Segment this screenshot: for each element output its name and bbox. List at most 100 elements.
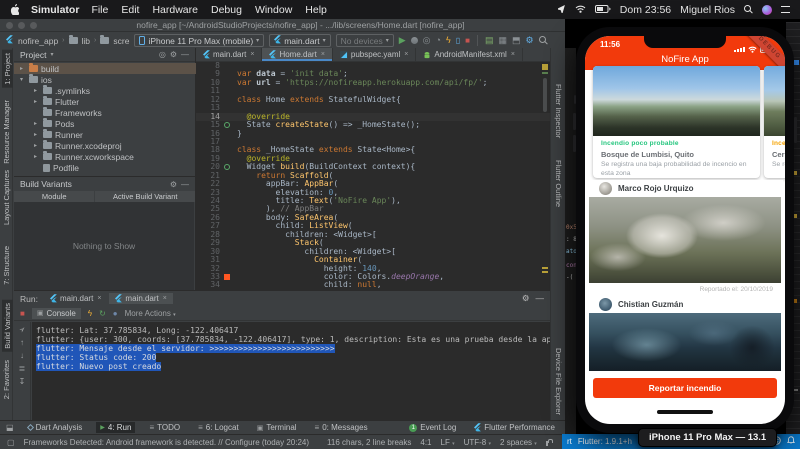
- profile-icon[interactable]: ◔: [436, 36, 441, 45]
- tree-item-runner-xcodeproj[interactable]: ▸ Runner.xcodeproj: [14, 140, 196, 151]
- run-tab-main-dart[interactable]: main.dart ×: [109, 293, 173, 304]
- tool-window-button-4-run[interactable]: ▶ 4: Run: [96, 422, 136, 433]
- open-observatory-icon[interactable]: ●: [113, 309, 118, 318]
- tab-home-dart[interactable]: Home.dart ×: [262, 48, 333, 61]
- tool-stripe-1-project[interactable]: 1: Project: [2, 50, 13, 88]
- report-fire-button[interactable]: Reportar incendio: [593, 378, 777, 398]
- run-config-dropdown[interactable]: main.dart ▾: [269, 34, 331, 47]
- sync-project-icon[interactable]: ⚙: [526, 36, 534, 45]
- target-device-dropdown[interactable]: No devices ▾: [335, 34, 394, 47]
- prev-occurrence-icon[interactable]: ↑: [20, 338, 24, 347]
- tool-stripe-device-file-explorer[interactable]: Device File Explorer: [554, 348, 563, 415]
- scrollbar-thumb[interactable]: [543, 78, 547, 112]
- console-output[interactable]: flutter: Lat: 37.785834, Long: -122.4064…: [32, 322, 550, 420]
- breadcrumb-item[interactable]: nofire_app: [18, 36, 58, 46]
- tree-item-build[interactable]: ▸ build: [14, 63, 196, 74]
- notification-center-icon[interactable]: [781, 6, 790, 13]
- tool-stripe-flutter-outline[interactable]: Flutter Outline: [554, 160, 563, 207]
- tree-item-frameworks[interactable]: Frameworks: [14, 107, 196, 118]
- layout-inspector-icon[interactable]: ▦: [498, 36, 507, 45]
- breadcrumb-item[interactable]: scre: [113, 36, 129, 46]
- console-log-line[interactable]: flutter: Lat: 37.785834, Long: -122.4064…: [36, 326, 550, 335]
- hide-panel-icon[interactable]: —: [536, 293, 545, 304]
- device-selector-dropdown[interactable]: iPhone 11 Pro Max (mobile) ▾: [134, 34, 265, 47]
- console-log-line[interactable]: flutter: Status code: 200: [36, 353, 550, 362]
- console-log-line[interactable]: flutter: Mensaje desde el servidor: >>>>…: [36, 344, 550, 353]
- menu-app-name[interactable]: Simulator: [31, 4, 79, 16]
- tool-window-button-todo[interactable]: ≡ TODO: [145, 422, 184, 433]
- menu-item-debug[interactable]: Debug: [211, 4, 242, 16]
- code-line[interactable]: 15 State createState() => _HomeState();: [196, 120, 550, 129]
- apple-menu-icon[interactable]: [10, 4, 19, 15]
- tree-item--symlinks[interactable]: ▸ .symlinks: [14, 85, 196, 96]
- breadcrumb-item[interactable]: lib: [82, 36, 91, 46]
- menu-item-hardware[interactable]: Hardware: [152, 4, 198, 16]
- tree-item-pods[interactable]: ▸ Pods: [14, 118, 196, 129]
- stop-process-button[interactable]: ■: [20, 309, 25, 318]
- minimize-window-button[interactable]: [18, 21, 25, 29]
- window-toggle-icon[interactable]: ▢: [7, 438, 15, 447]
- more-actions-dropdown[interactable]: More Actions ▾: [125, 309, 176, 318]
- forecast-card[interactable]: Incen Cerr Se re: [764, 66, 785, 178]
- expand-arrow-icon[interactable]: ▾: [20, 76, 26, 83]
- code-editor[interactable]: 8 9 var data = 'init data'; 10 var url = 'ht…: [196, 62, 550, 290]
- tool-window-button-event-log[interactable]: 1 Event Log: [405, 422, 460, 433]
- gear-icon[interactable]: ⚙: [170, 50, 177, 59]
- menu-item-help[interactable]: Help: [305, 4, 327, 16]
- menu-user[interactable]: Miguel Rios: [680, 4, 735, 16]
- tool-stripe-flutter-inspector[interactable]: Flutter Inspector: [554, 84, 563, 138]
- tool-stripe-layout-captures[interactable]: Layout Captures: [2, 170, 11, 225]
- close-tab-icon[interactable]: ×: [250, 51, 254, 58]
- forecast-card[interactable]: Incendio poco probable Bosque de Lumbisi,…: [593, 66, 760, 178]
- expand-arrow-icon[interactable]: ▸: [34, 131, 40, 138]
- console-log-line[interactable]: flutter: {user: 300, coords: [37.785834,…: [36, 335, 550, 344]
- run-button[interactable]: ▶: [399, 36, 406, 45]
- report-card[interactable]: Chistian Guzmán: [587, 296, 783, 371]
- report-photo[interactable]: [589, 197, 781, 283]
- tool-stripe-resource-manager[interactable]: Resource Manager: [2, 100, 11, 164]
- hot-reload-icon[interactable]: ϟ: [88, 309, 92, 318]
- hide-panel-icon[interactable]: —: [181, 50, 189, 59]
- tool-window-button-6-logcat[interactable]: ≡ 6: Logcat: [194, 422, 243, 433]
- code-line[interactable]: 16}: [196, 129, 550, 138]
- status-message[interactable]: Frameworks Detected: Android framework i…: [24, 438, 309, 447]
- debug-button[interactable]: [410, 37, 418, 44]
- close-tab-icon[interactable]: ×: [321, 51, 325, 58]
- notifications-bell-icon[interactable]: [787, 436, 795, 447]
- close-tab-icon[interactable]: ×: [97, 295, 101, 302]
- console-log-line[interactable]: flutter: Nuevo post creado: [36, 362, 550, 371]
- hot-reload-button[interactable]: ϟ: [446, 36, 451, 45]
- tool-window-button-0-messages[interactable]: ≡ 0: Messages: [311, 422, 372, 433]
- report-card[interactable]: Marco Rojo Urquizo Reportado el: 20/10/2…: [587, 180, 783, 293]
- chevron-down-icon[interactable]: ▾: [50, 51, 53, 58]
- home-indicator[interactable]: [657, 410, 713, 414]
- close-tab-icon[interactable]: ×: [163, 295, 167, 302]
- project-panel-title[interactable]: Project: [20, 50, 46, 60]
- console-tab[interactable]: ▣ Console: [31, 307, 81, 319]
- line-separator-selector[interactable]: LF ▾: [441, 438, 455, 447]
- tool-window-button-flutter-performance[interactable]: Flutter Performance: [470, 422, 559, 433]
- code-line[interactable]: 34 child: null,: [196, 280, 550, 289]
- expand-arrow-icon[interactable]: ▸: [34, 98, 40, 105]
- tree-item-ios[interactable]: ▾ ios: [14, 74, 196, 85]
- menu-item-file[interactable]: File: [91, 4, 108, 16]
- menu-item-window[interactable]: Window: [255, 4, 292, 16]
- override-marker-icon[interactable]: [224, 164, 230, 171]
- close-tab-icon[interactable]: ×: [511, 51, 515, 58]
- stop-button[interactable]: ■: [465, 36, 470, 45]
- hot-restart-icon[interactable]: ↻: [99, 309, 106, 318]
- run-tab-main-dart[interactable]: main.dart ×: [44, 293, 107, 304]
- tab-main-dart[interactable]: main.dart ×: [196, 48, 263, 61]
- tab-pubspec-yaml[interactable]: pubspec.yaml ×: [333, 48, 417, 61]
- hide-panel-icon[interactable]: —: [181, 180, 189, 189]
- indent-selector[interactable]: 2 spaces ▾: [500, 438, 537, 447]
- tree-item-flutter[interactable]: ▸ Flutter: [14, 96, 196, 107]
- tree-item-podfile[interactable]: Podfile: [14, 162, 196, 173]
- inspection-status-icon[interactable]: [542, 64, 548, 70]
- locate-file-icon[interactable]: ◎: [159, 50, 166, 59]
- tool-window-button-terminal[interactable]: ▣ Terminal: [253, 422, 301, 433]
- caret-position[interactable]: 4:1: [420, 438, 431, 447]
- simulator-screen[interactable]: 11:56 NoFire App DEBUG Incendio poco pro…: [585, 36, 785, 424]
- siri-icon[interactable]: [762, 4, 772, 15]
- expand-arrow-icon[interactable]: ▸: [20, 65, 26, 72]
